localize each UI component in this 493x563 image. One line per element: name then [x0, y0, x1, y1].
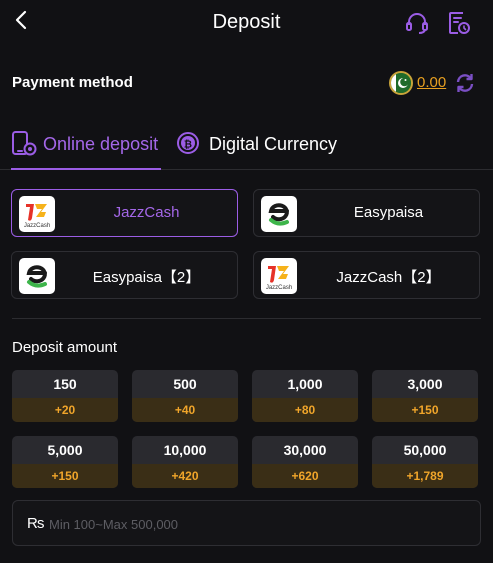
payment-method-label: Payment method: [12, 74, 133, 91]
records-icon: [449, 12, 470, 34]
method-jazzcash[interactable]: JazzCash JazzCash: [11, 189, 238, 237]
tab-digital-currency[interactable]: ₿ Digital Currency: [176, 130, 346, 170]
amount-value: 3,000: [407, 376, 443, 392]
header: Deposit: [0, 0, 493, 46]
method-label: Easypaisa【2】: [92, 269, 201, 286]
amount-option[interactable]: 10,000 +420: [132, 436, 238, 488]
balance-amount[interactable]: 0.00: [417, 74, 446, 91]
method-label: JazzCash: [113, 204, 180, 221]
tab-label: Digital Currency: [209, 134, 338, 154]
payment-method-row: Payment method 0.00: [12, 70, 481, 96]
refresh-icon: [456, 74, 474, 92]
deposit-amount-field: ₨: [12, 500, 481, 546]
amount-bonus: +620: [252, 464, 358, 488]
amount-option[interactable]: 3,000 +150: [372, 370, 478, 422]
method-label: Easypaisa: [353, 204, 424, 221]
pakistan-flag-icon: [389, 71, 413, 95]
deposit-tabs: Online deposit ₿ Digital Currency: [0, 120, 493, 170]
amount-value: 150: [53, 376, 77, 392]
method-easypaisa-2[interactable]: Easypaisa【2】: [11, 251, 238, 299]
amount-option[interactable]: 5,000 +150: [12, 436, 118, 488]
headset-icon: [406, 13, 428, 34]
tab-label: Online deposit: [43, 134, 159, 154]
amount-option[interactable]: 50,000 +1,789: [372, 436, 478, 488]
amount-value: 10,000: [163, 442, 207, 458]
amount-bonus: +150: [372, 398, 478, 422]
amount-bonus: +20: [12, 398, 118, 422]
amount-value: 50,000: [403, 442, 447, 458]
records-button[interactable]: [446, 10, 472, 36]
svg-text:₿: ₿: [184, 139, 192, 151]
tab-online-deposit[interactable]: Online deposit: [11, 130, 161, 170]
amount-value: 30,000: [283, 442, 327, 458]
phone-deposit-icon: [12, 131, 37, 156]
amount-value: 5,000: [47, 442, 83, 458]
amount-value: 1,000: [287, 376, 323, 392]
amount-bonus: +420: [132, 464, 238, 488]
svg-text:JazzCash: JazzCash: [24, 223, 50, 229]
jazzcash-logo: JazzCash: [19, 196, 55, 232]
deposit-amount-input[interactable]: [49, 513, 449, 535]
method-jazzcash-2[interactable]: JazzCash JazzCash【2】: [253, 251, 480, 299]
refresh-balance-button[interactable]: [453, 71, 477, 95]
amount-bonus: +1,789: [372, 464, 478, 488]
method-label: JazzCash【2】: [336, 269, 441, 286]
easypaisa-logo: [19, 258, 55, 294]
section-divider: [12, 318, 481, 319]
amount-option[interactable]: 30,000 +620: [252, 436, 358, 488]
support-button[interactable]: [404, 10, 430, 36]
currency-symbol: ₨: [27, 515, 45, 532]
easypaisa-logo: [261, 196, 297, 232]
deposit-amount-label: Deposit amount: [12, 339, 118, 356]
method-easypaisa[interactable]: Easypaisa: [253, 189, 480, 237]
amount-option[interactable]: 500 +40: [132, 370, 238, 422]
amount-value: 500: [173, 376, 197, 392]
amount-bonus: +40: [132, 398, 238, 422]
amount-option[interactable]: 150 +20: [12, 370, 118, 422]
svg-text:JazzCash: JazzCash: [266, 285, 292, 291]
amount-option[interactable]: 1,000 +80: [252, 370, 358, 422]
bitcoin-icon: ₿: [177, 132, 199, 154]
jazzcash-logo: JazzCash: [261, 258, 297, 294]
amount-bonus: +150: [12, 464, 118, 488]
amount-bonus: +80: [252, 398, 358, 422]
